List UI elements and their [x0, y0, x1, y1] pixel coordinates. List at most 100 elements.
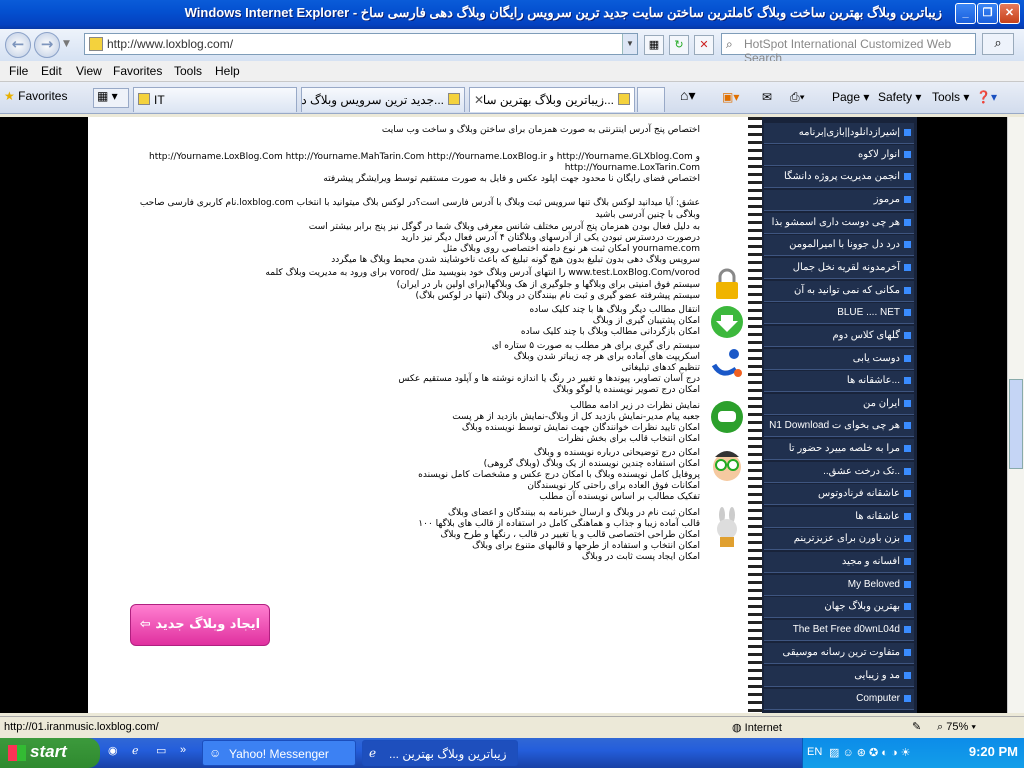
quicklaunch-browser-icon[interactable]: ◉	[108, 744, 118, 757]
sidebar-link[interactable]: دوست یابی	[764, 349, 914, 370]
start-button[interactable]: start	[0, 738, 100, 768]
tab-it[interactable]: IT	[133, 87, 297, 112]
sidebar-link[interactable]: عاشقانه ها...	[764, 371, 914, 392]
search-input[interactable]: ⌕ HotSpot International Customized Web S…	[721, 33, 976, 65]
quicklaunch-ie-icon[interactable]: ℯ	[132, 744, 139, 757]
maximize-button[interactable]: ❐	[977, 3, 998, 24]
home-icon[interactable]: ⌂▾	[680, 87, 695, 104]
quicklaunch-desktop-icon[interactable]: ▭	[156, 744, 166, 757]
scroll-thumb[interactable]	[1009, 379, 1023, 469]
sidebar-link[interactable]: BLUE .... NET	[764, 303, 914, 324]
feature-line: درج آسان تصاویر، پیوندها و تغییر در رنگ …	[398, 374, 700, 384]
sidebar-link[interactable]: مرموز	[764, 190, 914, 211]
feature-line: امکان ثبت هر نوع دامنه اختصاصی روی وبلاگ…	[442, 244, 700, 254]
sidebar-link[interactable]: هر چی دوست داری اسمشو بذا	[764, 213, 914, 234]
sidebar-link[interactable]: ایران من	[764, 394, 914, 415]
compat-view-icon[interactable]: ▦	[644, 35, 664, 55]
task-yahoo-messenger[interactable]: ☺ Yahoo! Messenger	[202, 740, 356, 766]
sidebar-link[interactable]: عاشقانه فرنادوتوس	[764, 484, 914, 505]
feature-line: سرویس وبلاگ دهی بدون تبلیغ بدون هیچ گونه…	[331, 255, 700, 265]
sidebar-link[interactable]: شیرازدانلود||بازی|برنامه|	[764, 123, 914, 144]
sidebar-link[interactable]: Computer	[764, 689, 914, 710]
history-dropdown-icon[interactable]: ▼	[63, 39, 70, 49]
minimize-button[interactable]: _	[955, 3, 976, 24]
sidebar-link[interactable]: The Bet Free d0wnL04d	[764, 620, 914, 641]
close-button[interactable]: ✕	[999, 3, 1020, 24]
sidebar-link[interactable]: مد و زیبایی	[764, 666, 914, 687]
feature-line: درصورت دردسترس نبودن یکی از آدرسهای وبلا…	[401, 233, 700, 243]
feature-line: جعبه پیام مدیر-نمایش بازدید کل از وبلاگ-…	[452, 412, 700, 422]
page-menu[interactable]: Page ▾	[832, 90, 869, 104]
tools-menu[interactable]: Tools ▾	[932, 90, 969, 104]
sidebar-link[interactable]: عاشقانه ها	[764, 507, 914, 528]
menu-file[interactable]: File	[9, 64, 28, 78]
feature-line: تنظیم کدهای تبلیغاتی	[621, 363, 700, 373]
status-url: http://01.iranmusic.loxblog.com/	[4, 721, 159, 733]
sidebar-link[interactable]: مرا به خلصه مییرد حضور تا	[764, 439, 914, 460]
menu-view[interactable]: View	[76, 64, 102, 78]
back-button[interactable]: ←	[5, 32, 31, 58]
title-bar: زیباترین وبلاگ بهترین ساخت وبلاگ کاملتری…	[0, 0, 1024, 29]
address-dropdown-icon[interactable]: ▼	[622, 34, 637, 54]
menu-help[interactable]: Help	[215, 64, 240, 78]
stop-icon[interactable]: ✕	[694, 35, 714, 55]
quicklaunch-more-icon[interactable]: »	[180, 744, 186, 756]
feeds-icon[interactable]: ▣▾	[722, 90, 739, 104]
read-mail-icon[interactable]: ✉	[762, 90, 772, 104]
vertical-scrollbar[interactable]	[1007, 117, 1024, 713]
sidebar-link[interactable]: بهترین وبلاگ جهان	[764, 597, 914, 618]
window-title: زیباترین وبلاگ بهترین ساخت وبلاگ کاملتری…	[184, 5, 942, 20]
tab-loxblog-1[interactable]: ...جدید ترین سرویس وبلاگ ده	[301, 87, 465, 112]
feature-line: امکان طراحی اختصاصی قالب و یا تغییر در ق…	[440, 530, 700, 540]
feature-line: سیستم رای گیری برای هر مطلب به صورت ۵ ست…	[491, 341, 700, 351]
feature-line: امکان بازگردانی مطالب وبلاگ با چند کلیک …	[520, 327, 700, 337]
sidebar-link[interactable]: مکانی که نمی توانید به آن	[764, 281, 914, 302]
favorites-button[interactable]: ★ Favorites	[4, 89, 67, 103]
tab-favicon-icon	[448, 93, 460, 105]
sidebar-link[interactable]: بزن باورن برای عزیزترینم	[764, 529, 914, 550]
zoom-level[interactable]: ⌕ 75% ▾	[937, 721, 976, 734]
feature-line: سیستم فوق امنیتی برای وبلاگها و جلوگیری …	[396, 280, 700, 290]
sidebar-link[interactable]: N1 Download هر چی بخوای ت	[764, 416, 914, 437]
sidebar-link[interactable]: درد دل جوونا با امیرالمومن	[764, 235, 914, 256]
search-button[interactable]: ⌕	[982, 33, 1014, 55]
safety-menu[interactable]: Safety ▾	[878, 90, 921, 104]
search-provider-icon: ⌕	[726, 37, 733, 51]
sidebar-link[interactable]: گلهای کلاس دوم	[764, 326, 914, 347]
forward-button[interactable]: →	[34, 32, 60, 58]
sidebar-link[interactable]: آخرمدونه لقریه نخل جمال	[764, 258, 914, 279]
refresh-icon[interactable]: ↻	[669, 35, 689, 55]
sidebar-link[interactable]: افسانه و مجید	[764, 552, 914, 573]
quick-tabs-icon[interactable]: ▦ ▾	[93, 88, 129, 108]
sidebar-link[interactable]: متفاوت ترین رسانه موسیقی	[764, 643, 914, 664]
new-tab-button[interactable]	[637, 87, 665, 112]
task-internet-explorer[interactable]: ℯ ... زیباترین وبلاگ بهترین	[362, 740, 518, 766]
tab-close-icon[interactable]: ✕	[474, 93, 484, 107]
feature-line: وبلاگی با چنین آدرسی باشید	[595, 210, 700, 220]
print-icon[interactable]: ⎙▾	[790, 90, 805, 105]
menu-edit[interactable]: Edit	[41, 64, 62, 78]
sidebar-link[interactable]: ..تک درخت عشق..	[764, 462, 914, 483]
menu-tools[interactable]: Tools	[174, 64, 202, 78]
create-blog-button[interactable]: ⇦ ایجاد وبلاگ جدید	[130, 604, 270, 646]
clock: 9:20 PM	[968, 744, 1018, 759]
protected-mode-icon[interactable]: ✎	[912, 720, 921, 733]
tab-loxblog-active[interactable]: ...زیباترین وبلاگ بهترین سا ✕	[469, 87, 635, 112]
language-indicator[interactable]: EN	[807, 746, 822, 758]
feature-line: اختصاص فضای رایگان نا محدود جهت اپلود عک…	[323, 174, 700, 184]
feature-line: امکان انتخاب قالب برای بخش نظرات	[558, 434, 700, 444]
feature-line: انتقال مطالب دیگر وبلاگ ها با چند کلیک س…	[529, 305, 700, 315]
help-icon[interactable]: ❓▾	[976, 90, 997, 104]
taskbar: start ◉ ℯ ▭ » ☺ Yahoo! Messenger ℯ ... زیب…	[0, 738, 1024, 768]
sidebar-link[interactable]: انوار لاکوه	[764, 145, 914, 166]
sidebar-link[interactable]: My Beloved	[764, 575, 914, 596]
tray-icons[interactable]: ▨ ☺ ⊛ ✪ ◐ ◑ ☀	[829, 746, 911, 759]
feature-line: امکان تایید نظرات خوانندگان جهت نمایش تو…	[461, 423, 700, 433]
sidebar-link[interactable]: انجمن مدیریت پروژه دانشگا	[764, 167, 914, 188]
start-label: start	[30, 742, 67, 761]
spiral-binding	[748, 117, 762, 713]
address-field[interactable]: http://www.loxblog.com/ ▼	[84, 33, 638, 55]
browser-window: زیباترین وبلاگ بهترین ساخت وبلاگ کاملتری…	[0, 0, 1024, 768]
smiley-icon: ☺	[209, 746, 222, 760]
menu-favorites[interactable]: Favorites	[113, 64, 162, 78]
